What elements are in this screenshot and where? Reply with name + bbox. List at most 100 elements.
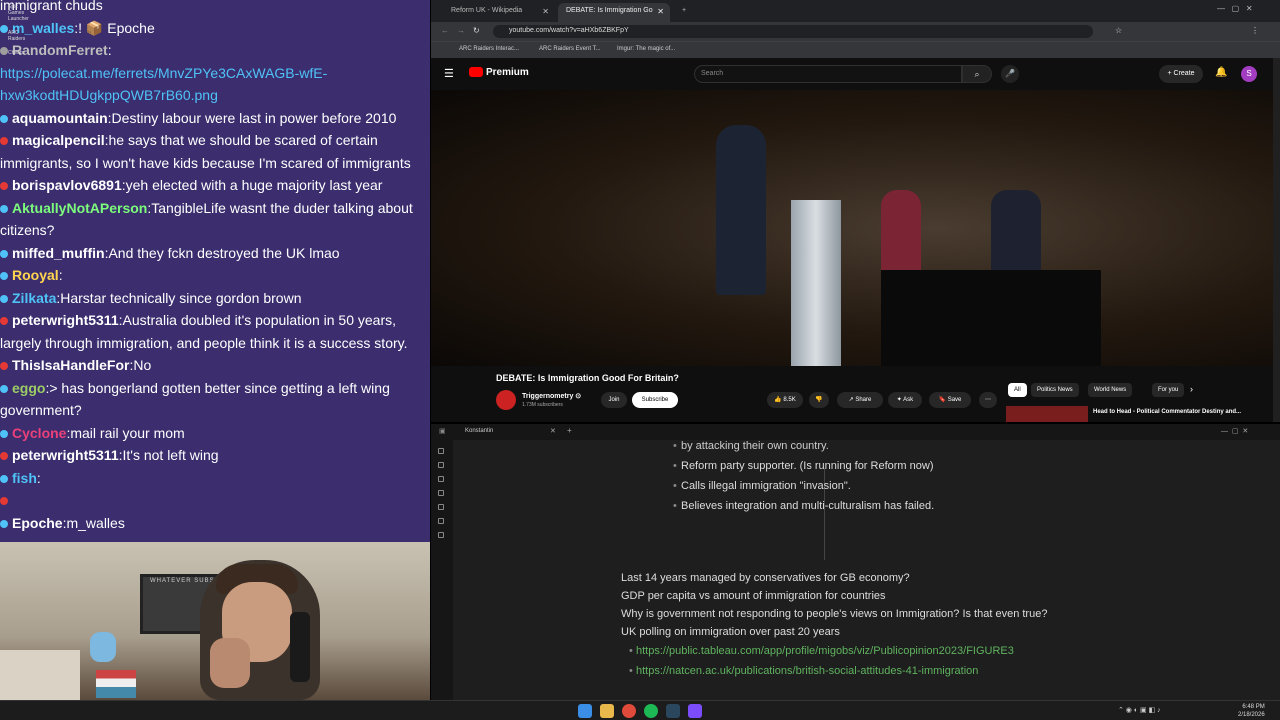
tab-debate-video[interactable]: DEBATE: Is Immigration Go ✕ [558, 3, 670, 22]
close-icon[interactable]: ✕ [550, 427, 556, 435]
video-player[interactable] [431, 90, 1273, 366]
chat-text: :> has bongerland gotten better since ge… [0, 379, 390, 419]
chat-username[interactable]: eggo [12, 380, 45, 396]
chat-message: peterwright5311:It's not left wing [0, 444, 430, 467]
note-line: Last 14 years managed by conservatives f… [621, 572, 910, 584]
save-button[interactable]: 🔖 Save [929, 392, 971, 408]
canvas-icon[interactable] [438, 476, 444, 482]
badge-icon [0, 249, 8, 258]
dislike-button[interactable]: 👎 [809, 392, 829, 408]
forward-icon[interactable]: → [457, 26, 465, 35]
more-icon[interactable]: ⋯ [979, 392, 997, 408]
chat-text: :It's not left wing [118, 447, 219, 463]
search-icon[interactable]: ⌕ [962, 65, 992, 83]
chat-text: :Destiny labour were last in power befor… [107, 109, 397, 126]
create-button[interactable]: + Create [1159, 65, 1203, 83]
chat-username[interactable]: magicalpencil [12, 132, 105, 148]
join-button[interactable]: Join [601, 392, 627, 408]
start-icon[interactable] [578, 704, 592, 718]
youtube-logo[interactable]: Premium [469, 67, 529, 78]
chat-username[interactable]: peterwright5311 [12, 447, 119, 463]
badge-icon [0, 272, 8, 281]
note-line: GDP per capita vs amount of immigration … [621, 590, 886, 602]
bookmark-item[interactable]: ARC Raiders Interac... [459, 46, 519, 52]
desktop-icon-epic[interactable]: Epic Games Launcher [8, 4, 34, 22]
chat-username[interactable]: peterwright5311 [12, 312, 119, 328]
sidebar-toggle-icon[interactable]: ▣ [439, 427, 446, 435]
chat-username[interactable]: Zilkata [12, 290, 56, 306]
menu-dots-icon[interactable]: ⋮ [1251, 26, 1259, 35]
close-icon[interactable]: ✕ [542, 7, 549, 16]
notifications-bell-icon[interactable]: 🔔 [1215, 67, 1227, 78]
badge-icon [0, 429, 8, 438]
tab-label: Reform UK - Wikipedia [451, 7, 523, 14]
calendar-icon[interactable] [438, 490, 444, 496]
new-tab-button[interactable]: + [674, 3, 690, 22]
badge-icon [0, 474, 8, 483]
back-icon[interactable]: ← [441, 26, 449, 35]
video-speaker [716, 125, 766, 295]
file-explorer-icon[interactable] [600, 704, 614, 718]
chip-politics-news[interactable]: Politics News [1031, 383, 1079, 397]
bookmark-star-icon[interactable]: ☆ [1115, 26, 1122, 35]
close-icon[interactable]: ✕ [657, 7, 664, 16]
desktop-icon-arc[interactable]: ARC Raiders [8, 30, 34, 42]
note-link[interactable]: https://natcen.ac.uk/publications/britis… [621, 661, 1141, 681]
window-controls[interactable]: — ▢ ✕ [1217, 4, 1253, 13]
chip-world-news[interactable]: World News [1088, 383, 1133, 397]
spotify-icon[interactable] [644, 704, 658, 718]
chat-username[interactable]: aquamountain [12, 110, 108, 126]
mic-icon[interactable]: 🎤 [1001, 65, 1019, 83]
obsidian-icon[interactable] [688, 704, 702, 718]
note-editor[interactable]: by attacking their own country. Reform p… [621, 436, 1141, 681]
new-tab-button[interactable]: + [567, 426, 572, 435]
chat-username[interactable]: AktuallyNotAPerson [12, 200, 147, 216]
notes-sidebar [431, 440, 453, 700]
chat-username[interactable]: fish [12, 470, 37, 486]
channel-name[interactable]: Triggernometry ⊙ [522, 392, 581, 400]
recommended-thumbnail[interactable] [1006, 406, 1088, 422]
ask-button[interactable]: ✦ Ask [888, 392, 922, 408]
chip-all[interactable]: All [1008, 383, 1027, 397]
templates-icon[interactable] [438, 504, 444, 510]
badge-icon [0, 24, 8, 33]
tray-icons[interactable]: ⌃ ◉ ◐ ▣ ◧ ♪ [1118, 706, 1161, 714]
terminal-icon[interactable] [438, 518, 444, 524]
desktop-icon-cheats[interactable]: Cheats [8, 50, 34, 56]
avatar[interactable]: S [1241, 66, 1257, 82]
chat-username[interactable]: Cyclone [12, 425, 66, 441]
chips-next-icon[interactable]: › [1190, 384, 1193, 394]
window-controls[interactable]: — ▢ ✕ [1221, 427, 1248, 435]
files-icon[interactable] [438, 448, 444, 454]
scrollbar[interactable] [1273, 58, 1280, 422]
share-button[interactable]: ↗ Share [837, 392, 883, 408]
streamer-hand [210, 638, 250, 688]
badge-icon [0, 137, 8, 146]
like-button[interactable]: 👍 8.5K [767, 392, 803, 408]
note-link[interactable]: https://public.tableau.com/app/profile/m… [621, 641, 1141, 661]
graph-icon[interactable] [438, 462, 444, 468]
chat-username[interactable]: borispavlov6891 [12, 177, 122, 193]
chat-username[interactable]: Epoche [12, 515, 63, 531]
chat-username[interactable]: miffed_muffin [12, 245, 105, 261]
hamburger-menu-icon[interactable]: ☰ [444, 67, 454, 80]
youtube-logo-text: Premium [486, 67, 529, 78]
note-tab-title[interactable]: Konstantin [465, 428, 493, 434]
recommended-title[interactable]: Head to Head - Political Commentator Des… [1093, 408, 1241, 416]
subscribe-button[interactable]: Subscribe [632, 392, 678, 408]
bookmark-item[interactable]: ARC Raiders Event T... [539, 46, 601, 52]
chat-text: : [107, 42, 112, 58]
chat-username[interactable]: ThisIsaHandleFor [12, 357, 129, 373]
tab-reform-wiki[interactable]: Reform UK - Wikipedia ✕ [443, 3, 555, 22]
steam-icon[interactable] [666, 704, 680, 718]
search-input[interactable]: Search [694, 65, 962, 83]
chat-message: peterwright5311:Australia doubled it's p… [0, 309, 430, 354]
list-icon[interactable] [438, 532, 444, 538]
reload-icon[interactable]: ↻ [473, 26, 480, 35]
channel-avatar[interactable] [496, 390, 516, 410]
bookmark-item[interactable]: Imgur: The magic of... [617, 46, 675, 52]
chrome-icon[interactable] [622, 704, 636, 718]
chat-username[interactable]: Rooyal [12, 267, 59, 283]
chip-for-you[interactable]: For you [1152, 383, 1185, 397]
url-field[interactable]: youtube.com/watch?v=aHXb6ZBKFpY [493, 25, 1093, 38]
